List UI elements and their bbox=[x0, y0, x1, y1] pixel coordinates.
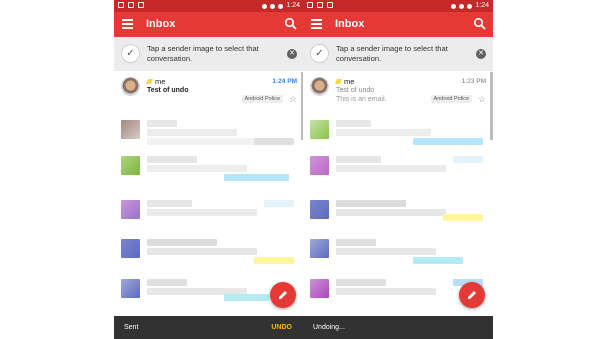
blurred-email-row[interactable] bbox=[114, 194, 301, 232]
blurred-email-row[interactable] bbox=[303, 153, 490, 191]
app-bar: Inbox bbox=[303, 12, 493, 37]
email-sender: me bbox=[155, 77, 166, 86]
snackbar: Sent UNDO bbox=[114, 316, 304, 339]
star-icon[interactable]: ☆ bbox=[478, 94, 486, 105]
close-icon[interactable]: ✕ bbox=[476, 49, 486, 59]
email-subject: Test of undo bbox=[336, 87, 375, 94]
compose-button[interactable] bbox=[459, 282, 485, 308]
email-subject: Test of undo bbox=[147, 87, 189, 94]
email-preview: This is an email. bbox=[336, 96, 387, 103]
importance-marker-icon bbox=[335, 79, 342, 84]
email-label: Android Police bbox=[430, 95, 472, 103]
pencil-icon bbox=[279, 291, 287, 299]
snackbar: Undoing... bbox=[303, 316, 493, 339]
close-icon[interactable]: ✕ bbox=[287, 49, 297, 59]
star-icon[interactable]: ☆ bbox=[289, 94, 297, 105]
blurred-email-row[interactable] bbox=[114, 153, 301, 191]
email-sender: me bbox=[344, 77, 355, 86]
check-icon[interactable]: ✓ bbox=[121, 44, 140, 63]
wifi-icon bbox=[459, 3, 465, 9]
status-bar: 1:24 bbox=[114, 0, 304, 12]
notification-icon bbox=[307, 2, 313, 8]
status-bar: 1:24 bbox=[303, 0, 493, 12]
menu-icon[interactable] bbox=[122, 19, 133, 29]
blurred-email-row[interactable] bbox=[114, 114, 301, 152]
wifi-icon bbox=[270, 3, 276, 9]
avatar[interactable] bbox=[121, 77, 140, 96]
tip-banner: ✓ Tap a sender image to select that conv… bbox=[114, 37, 304, 71]
scrollbar[interactable] bbox=[490, 72, 493, 140]
avatar[interactable] bbox=[310, 77, 329, 96]
notification-icon bbox=[327, 2, 333, 8]
tip-text: Tap a sender image to select that conver… bbox=[336, 44, 448, 63]
pencil-icon bbox=[468, 291, 476, 299]
notification-icon bbox=[138, 2, 144, 8]
check-icon[interactable]: ✓ bbox=[310, 44, 329, 63]
notification-icon bbox=[118, 2, 124, 8]
search-icon[interactable] bbox=[284, 17, 298, 31]
search-icon[interactable] bbox=[473, 17, 487, 31]
blurred-email-row[interactable] bbox=[303, 114, 490, 152]
page-title: Inbox bbox=[335, 18, 365, 30]
email-time: 1:24 PM bbox=[272, 78, 297, 85]
blurred-email-row[interactable] bbox=[114, 235, 301, 273]
tip-text: Tap a sender image to select that conver… bbox=[147, 44, 259, 63]
importance-marker-icon bbox=[146, 79, 153, 84]
blurred-email-row[interactable] bbox=[303, 194, 490, 232]
battery-icon bbox=[278, 3, 284, 9]
status-time: 1:24 bbox=[286, 2, 300, 9]
battery-icon bbox=[467, 3, 473, 9]
bluetooth-icon bbox=[262, 3, 268, 9]
notification-icon bbox=[317, 2, 323, 8]
menu-icon[interactable] bbox=[311, 19, 322, 29]
phone-screen-sent: 1:24 Inbox ✓ Tap a sender image to selec… bbox=[114, 0, 304, 339]
email-time: 1:23 PM bbox=[461, 78, 486, 85]
page-title: Inbox bbox=[146, 18, 176, 30]
notification-icon bbox=[128, 2, 134, 8]
app-bar: Inbox bbox=[114, 12, 304, 37]
snackbar-message: Sent bbox=[124, 324, 139, 331]
email-row[interactable]: me 1:23 PM Test of undo This is an email… bbox=[303, 72, 490, 110]
status-time: 1:24 bbox=[475, 2, 489, 9]
email-row[interactable]: me 1:24 PM Test of undo Android Police ☆ bbox=[114, 72, 301, 110]
phone-screen-undoing: 1:24 Inbox ✓ Tap a sender image to selec… bbox=[303, 0, 493, 339]
tip-banner: ✓ Tap a sender image to select that conv… bbox=[303, 37, 493, 71]
snackbar-message: Undoing... bbox=[313, 324, 345, 331]
undo-button[interactable]: UNDO bbox=[271, 324, 292, 331]
bluetooth-icon bbox=[451, 3, 457, 9]
blurred-email-row[interactable] bbox=[303, 235, 490, 273]
email-label: Android Police bbox=[241, 95, 283, 103]
compose-button[interactable] bbox=[270, 282, 296, 308]
